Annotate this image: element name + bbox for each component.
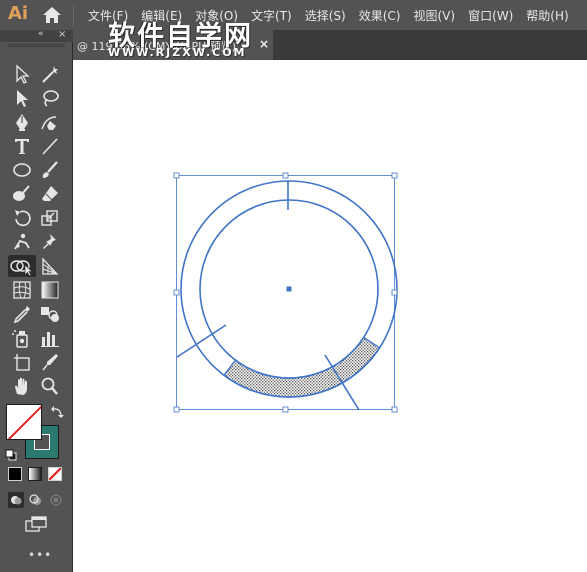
selection-handles[interactable] <box>173 172 398 413</box>
magic-wand-tool[interactable] <box>38 63 62 85</box>
blend-tool[interactable] <box>38 303 62 325</box>
ellipse-tool[interactable] <box>10 159 34 181</box>
direct-selection-tool[interactable] <box>10 87 34 109</box>
line-segment-tool[interactable] <box>38 135 62 157</box>
more-tools-button[interactable]: ••• <box>28 548 52 562</box>
fill-color-swatch[interactable] <box>6 404 42 440</box>
type-tool[interactable] <box>10 135 34 157</box>
center-point <box>286 286 292 292</box>
slice-tool[interactable] <box>38 351 62 373</box>
tools-panel-header: « × <box>0 29 73 42</box>
home-icon[interactable] <box>40 4 64 26</box>
perspective-grid-tool[interactable] <box>38 255 62 277</box>
draw-inside-icon[interactable] <box>48 492 64 508</box>
watermark-url: WWW.RJZXW.COM <box>108 46 247 59</box>
app-logo: Ai <box>8 3 29 24</box>
selection-bounding-box <box>176 175 395 410</box>
symbol-sprayer-tool[interactable] <box>10 327 34 349</box>
menu-window[interactable]: 窗口(W) <box>468 7 513 24</box>
screen-mode-icon[interactable] <box>24 514 48 534</box>
default-fill-stroke-icon[interactable] <box>5 446 17 461</box>
gradient-mode-button[interactable] <box>28 467 42 481</box>
artwork <box>173 172 398 413</box>
selection-tool[interactable] <box>10 63 34 85</box>
menu-view[interactable]: 视图(V) <box>413 7 455 24</box>
rotate-tool[interactable] <box>10 207 34 229</box>
puppet-warp-tool[interactable] <box>10 231 34 253</box>
swap-fill-stroke-icon[interactable] <box>50 404 64 418</box>
document-tab-close-button[interactable]: × <box>259 37 269 51</box>
draw-normal-icon[interactable] <box>8 492 24 508</box>
menu-type[interactable]: 文字(T) <box>251 7 292 24</box>
artboard-tool[interactable] <box>10 351 34 373</box>
menu-select[interactable]: 选择(S) <box>305 7 346 24</box>
panel-grip[interactable] <box>8 44 65 47</box>
none-mode-button[interactable] <box>48 467 62 481</box>
column-graph-tool[interactable] <box>38 327 62 349</box>
menu-bar: Ai 文件(F) 编辑(E) 对象(O) 文字(T) 选择(S) 效果(C) 视… <box>0 0 587 30</box>
menu-separator <box>73 5 74 25</box>
blob-brush-tool[interactable] <box>10 183 34 205</box>
paintbrush-tool[interactable] <box>38 159 62 181</box>
shape-builder-tool[interactable] <box>8 255 36 277</box>
pen-tool[interactable] <box>10 111 34 133</box>
artboard-canvas[interactable] <box>73 60 587 572</box>
scale-tool[interactable] <box>38 207 62 229</box>
mesh-tool[interactable] <box>10 279 34 301</box>
color-mode-button[interactable] <box>8 467 22 481</box>
eraser-tool[interactable] <box>38 183 62 205</box>
tools-panel: « × ••• <box>0 29 73 572</box>
collapse-panel-button[interactable]: « <box>38 29 44 39</box>
pin-tool[interactable] <box>38 231 62 253</box>
menu-effect[interactable]: 效果(C) <box>359 7 401 24</box>
hand-tool[interactable] <box>10 375 34 397</box>
curvature-tool[interactable] <box>38 111 62 133</box>
draw-behind-icon[interactable] <box>28 492 44 508</box>
close-panel-button[interactable]: × <box>58 29 66 40</box>
eyedropper-tool[interactable] <box>10 303 34 325</box>
menu-help[interactable]: 帮助(H) <box>526 7 568 24</box>
zoom-tool[interactable] <box>38 375 62 397</box>
gradient-tool[interactable] <box>38 279 62 301</box>
lasso-tool[interactable] <box>38 87 62 109</box>
